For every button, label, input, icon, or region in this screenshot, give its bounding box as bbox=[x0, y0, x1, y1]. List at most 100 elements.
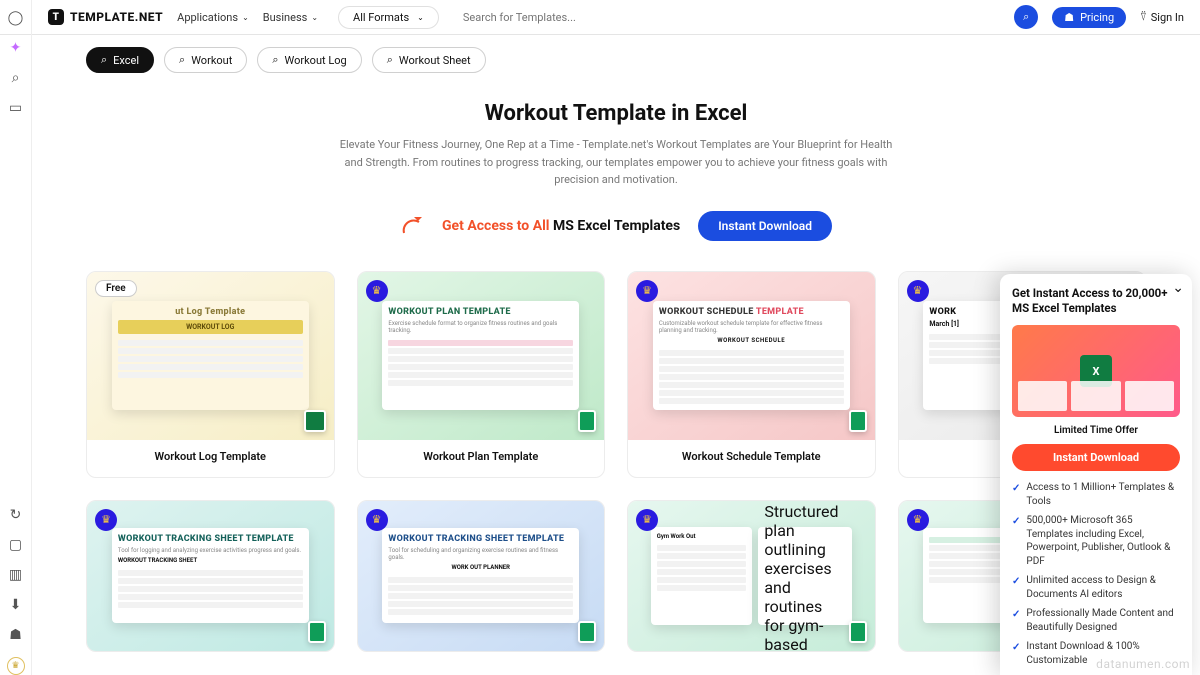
search-icon[interactable]: ⌕ bbox=[12, 70, 20, 86]
card-thumbnail: Free ut Log Template WORKOUT LOG bbox=[87, 272, 334, 440]
card-title: Workout Schedule Template bbox=[628, 440, 875, 477]
page-title: Workout Template in Excel bbox=[86, 101, 1146, 126]
benefit-text: Professionally Made Content and Beautifu… bbox=[1026, 607, 1180, 634]
formats-dropdown[interactable]: All Formats⌄ bbox=[338, 6, 439, 29]
page-subtitle: Elevate Your Fitness Journey, One Rep at… bbox=[336, 136, 896, 189]
benefit-text: 500,000+ Microsoft 365 Templates includi… bbox=[1026, 514, 1180, 568]
card-title: Workout Plan Template bbox=[358, 440, 605, 477]
chip-excel[interactable]: ⌕ Excel bbox=[86, 47, 154, 73]
pricing-label: Pricing bbox=[1080, 11, 1114, 24]
store-icon[interactable]: ☗ bbox=[9, 627, 22, 643]
layout-icon[interactable]: ▥ bbox=[9, 567, 22, 583]
search-icon: ⌕ bbox=[101, 53, 107, 67]
template-card[interactable]: ♛ WORKOUT TRACKING SHEET TEMPLATE Tool f… bbox=[357, 500, 606, 652]
download-icon[interactable]: ⬇ bbox=[10, 597, 22, 613]
chip-workout-sheet[interactable]: ⌕ Workout Sheet bbox=[372, 47, 486, 73]
cta-prefix: Get Access to All bbox=[442, 218, 553, 234]
folder-icon[interactable]: ▭ bbox=[9, 100, 22, 116]
sparkle-icon[interactable]: ✦ bbox=[10, 40, 22, 56]
check-icon: ✓ bbox=[1012, 641, 1020, 667]
thumb-subline: Customizable workout schedule template f… bbox=[659, 320, 844, 334]
thumb-subline: Tool for logging and analyzing exercise … bbox=[118, 547, 303, 554]
thumb-strip: WORKOUT LOG bbox=[118, 320, 303, 334]
logo[interactable]: T TEMPLATE.NET bbox=[48, 9, 163, 25]
history-icon[interactable]: ↻ bbox=[10, 507, 22, 523]
signin-link[interactable]: ⍢ Sign In bbox=[1140, 10, 1184, 24]
nav-applications-label: Applications bbox=[177, 11, 238, 24]
nav-applications[interactable]: Applications ⌄ bbox=[177, 11, 249, 24]
search-wrap bbox=[453, 11, 1000, 24]
popup-title: Get Instant Access to 20,000+ MS Excel T… bbox=[1012, 286, 1180, 317]
free-badge: Free bbox=[95, 280, 137, 297]
popup-download-button[interactable]: Instant Download bbox=[1012, 444, 1180, 471]
thumb-heading: WORKOUT TRACKING SHEET TEMPLATE bbox=[118, 534, 303, 544]
image-icon[interactable]: ▢ bbox=[9, 537, 22, 553]
crown-badge-icon: ♛ bbox=[366, 280, 388, 302]
chip-workout-log[interactable]: ⌕ Workout Log bbox=[257, 47, 361, 73]
template-card[interactable]: ♛ Gym Work Out GYMWORKOUTTEMPLATE Struct… bbox=[627, 500, 876, 652]
cta-bold: MS Excel Templates bbox=[553, 218, 680, 234]
card-thumbnail: ♛ Gym Work Out GYMWORKOUTTEMPLATE Struct… bbox=[628, 501, 875, 651]
benefit-text: Access to 1 Million+ Templates & Tools bbox=[1026, 481, 1180, 508]
tag-icon: ☗ bbox=[1064, 11, 1074, 24]
thumb-heading: ut Log Template bbox=[118, 307, 303, 317]
chip-label: Excel bbox=[113, 54, 139, 67]
thumb-heading: WORKOUT TRACKING SHEET TEMPLATE bbox=[388, 534, 573, 544]
thumb-panel-title: Gym Work Out bbox=[657, 533, 747, 540]
search-icon: ⌕ bbox=[272, 53, 278, 67]
template-card[interactable]: ♛ WORKOUT TRACKING SHEET TEMPLATE Tool f… bbox=[86, 500, 335, 652]
check-icon: ✓ bbox=[1012, 575, 1020, 601]
formats-label: All Formats bbox=[353, 11, 409, 24]
header: T TEMPLATE.NET Applications ⌄ Business⌄ A… bbox=[0, 0, 1200, 35]
search-input[interactable] bbox=[463, 11, 990, 24]
benefit-item: ✓Unlimited access to Design & Documents … bbox=[1012, 574, 1180, 601]
thumb-subline: Tool for scheduling and organizing exerc… bbox=[388, 547, 573, 561]
crown-icon[interactable]: ♛ bbox=[7, 657, 25, 675]
user-icon[interactable]: ◯ bbox=[8, 10, 24, 26]
cta-download-button[interactable]: Instant Download bbox=[698, 211, 832, 241]
sheets-badge-icon bbox=[578, 410, 596, 432]
check-icon: ✓ bbox=[1012, 515, 1020, 568]
check-icon: ✓ bbox=[1012, 482, 1020, 508]
chip-label: Workout Sheet bbox=[399, 54, 471, 67]
search-icon: ⌕ bbox=[179, 53, 185, 67]
template-card[interactable]: Free ut Log Template WORKOUT LOG Workout… bbox=[86, 271, 335, 478]
card-thumbnail: ♛ WORKOUT TRACKING SHEET TEMPLATE Tool f… bbox=[87, 501, 334, 651]
pricing-button[interactable]: ☗ Pricing bbox=[1052, 7, 1126, 28]
thumb-inner-title: WORK OUT PLANNER bbox=[388, 564, 573, 571]
check-icon: ✓ bbox=[1012, 608, 1020, 634]
signin-label: Sign In bbox=[1151, 11, 1184, 24]
popup-limited: Limited Time Offer bbox=[1012, 425, 1180, 436]
sheets-badge-icon bbox=[849, 410, 867, 432]
left-rail: ◯ ✦ ⌕ ▭ ↻ ▢ ▥ ⬇ ☗ ♛ bbox=[0, 0, 32, 675]
promo-popup: ⌄ Get Instant Access to 20,000+ MS Excel… bbox=[1000, 274, 1192, 675]
chevron-down-icon: ⌄ bbox=[242, 13, 249, 22]
card-thumbnail: ♛ WORKOUT PLAN TEMPLATE Exercise schedul… bbox=[358, 272, 605, 440]
benefit-item: ✓Professionally Made Content and Beautif… bbox=[1012, 607, 1180, 634]
template-card[interactable]: ♛ WORKOUT SCHEDULE TEMPLATE Customizable… bbox=[627, 271, 876, 478]
nav-business[interactable]: Business⌄ bbox=[263, 11, 318, 24]
hero: Workout Template in Excel Elevate Your F… bbox=[86, 101, 1146, 189]
close-icon[interactable]: ⌄ bbox=[1172, 280, 1184, 296]
filter-chips: ⌕ Excel ⌕Workout ⌕ Workout Log ⌕ Workout Sh… bbox=[86, 47, 1146, 73]
crown-badge-icon: ♛ bbox=[636, 509, 658, 531]
crown-badge-icon: ♛ bbox=[907, 280, 929, 302]
watermark: datanumen.com bbox=[1096, 657, 1190, 671]
card-title: Workout Log Template bbox=[87, 440, 334, 477]
popup-benefits: ✓Access to 1 Million+ Templates & Tools … bbox=[1012, 481, 1180, 667]
chip-label: Workout Log bbox=[285, 54, 347, 67]
template-card[interactable]: ♛ WORKOUT PLAN TEMPLATE Exercise schedul… bbox=[357, 271, 606, 478]
sheets-badge-icon bbox=[849, 621, 867, 643]
thumb-subline: Structured plan outlining exercises and … bbox=[764, 502, 845, 652]
popup-hero-image: X bbox=[1012, 325, 1180, 417]
person-icon: ⍢ bbox=[1140, 10, 1147, 24]
logo-badge-icon: T bbox=[48, 9, 64, 25]
sheets-badge-icon bbox=[308, 621, 326, 643]
benefit-item: ✓500,000+ Microsoft 365 Templates includ… bbox=[1012, 514, 1180, 568]
search-button[interactable]: ⌕ bbox=[1014, 5, 1038, 29]
logo-text: TEMPLATE.NET bbox=[70, 10, 163, 24]
crown-badge-icon: ♛ bbox=[636, 280, 658, 302]
chip-workout[interactable]: ⌕Workout bbox=[164, 47, 247, 73]
search-icon: ⌕ bbox=[387, 53, 393, 67]
cta-text: Get Access to All MS Excel Templates bbox=[442, 218, 680, 234]
